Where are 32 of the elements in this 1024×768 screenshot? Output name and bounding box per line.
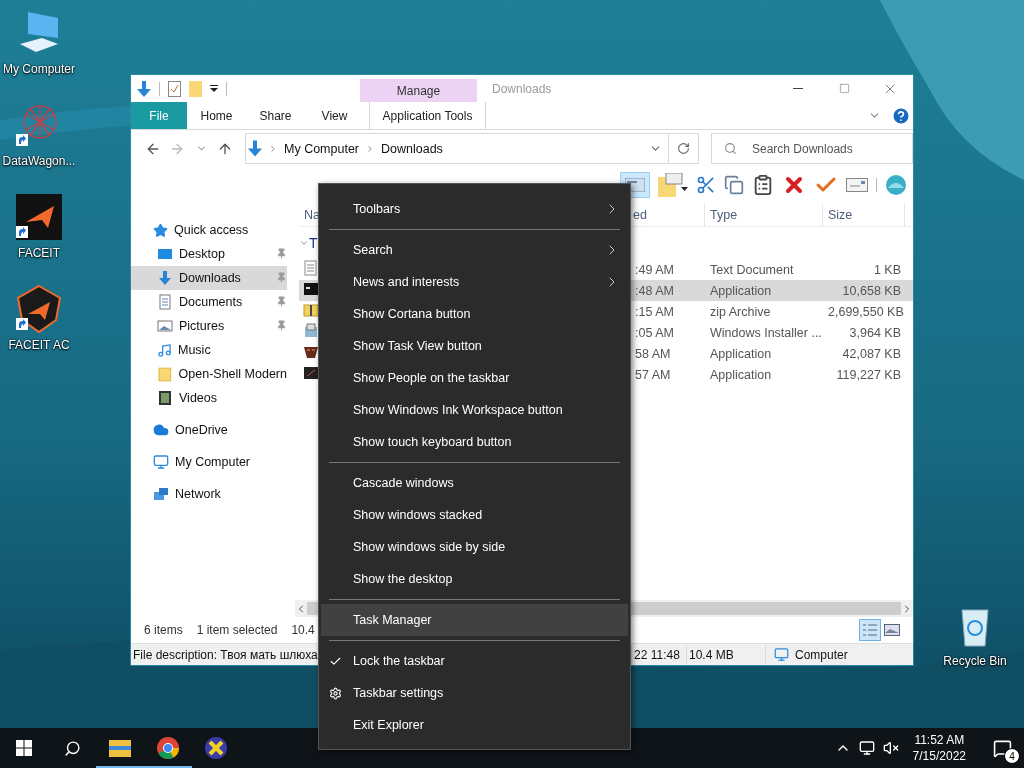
type-cell-text: Application (709, 283, 773, 298)
size-cell-text: 3,964 KB (848, 325, 902, 340)
item-count: 6 items (144, 623, 183, 637)
type-cell-text: Application (709, 367, 773, 382)
size-cell-text: 119,227 KB (835, 367, 902, 382)
size-cell-text: 10,658 KB (841, 283, 902, 298)
status-date: 22 11:48 (632, 645, 687, 664)
status-location: Computer (795, 647, 848, 662)
size-cell-text: 2,699,550 KB (827, 304, 905, 319)
size-cell-text: 42,087 KB (841, 346, 902, 361)
date-cell-text: :49 AM (634, 262, 675, 277)
desktop-icon-label: My Computer (3, 62, 75, 76)
type-cell-text: Text Document (709, 262, 795, 277)
desktop-icon-label: FACEIT AC (8, 338, 70, 352)
selection-size: 10.4 (291, 623, 315, 637)
window-title: Downloads (492, 81, 552, 96)
date-cell-text: :48 AM (634, 283, 675, 298)
context-tab-group: Manage (360, 79, 477, 102)
desktop-icon-label: FACEIT (18, 246, 60, 260)
date-cell-text: :05 AM (634, 325, 675, 340)
desktop-icon-label: Recycle Bin (943, 654, 1007, 668)
selection-count: 1 item selected (196, 623, 278, 637)
date-cell-text: 58 AM (634, 346, 672, 361)
date-cell-text: 57 AM (634, 367, 672, 382)
desktop-icon-label: DataWagon... (2, 154, 76, 168)
type-cell-text: Windows Installer ... (709, 325, 823, 340)
date-cell-text: :15 AM (634, 304, 675, 319)
type-cell-text: Application (709, 346, 773, 361)
type-cell-text: zip Archive (709, 304, 772, 319)
notification-count: 4 (1004, 748, 1020, 764)
size-cell-text: 1 KB (872, 262, 902, 277)
status-size: 10.4 MB (687, 645, 766, 664)
